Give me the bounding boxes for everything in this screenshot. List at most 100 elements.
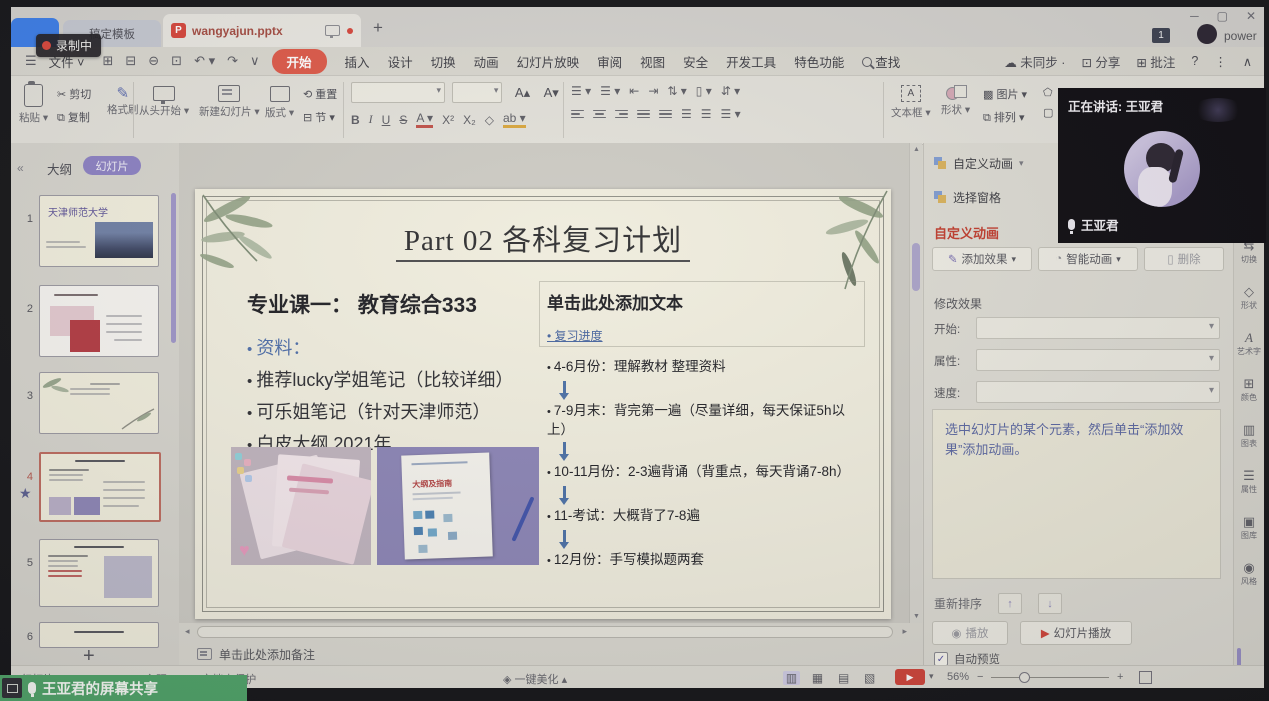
collapse-ribbon-icon[interactable]: ∧ xyxy=(1243,54,1252,69)
outline-book-photo[interactable]: 大纲及指南 xyxy=(377,447,539,565)
add-effect-button[interactable]: ✎ 添加效果▾ xyxy=(932,247,1032,271)
screen-share-bar[interactable]: 王亚君的屏幕共享 xyxy=(0,675,247,701)
outline-level-button[interactable]: ☰ xyxy=(701,107,712,121)
notification-badge[interactable]: 1 xyxy=(1152,28,1170,43)
increase-indent-button[interactable]: ⇥ xyxy=(648,84,658,98)
font-color-button[interactable]: A ▾ xyxy=(416,111,433,128)
reading-view-button[interactable]: ▤ xyxy=(835,671,852,685)
custom-animation-menu[interactable]: 自定义动画▾ xyxy=(934,155,1024,172)
play-button[interactable]: ◉ 播放 xyxy=(932,621,1008,645)
slideshow-play-button[interactable]: ▶ xyxy=(895,669,925,685)
increase-font-button[interactable]: A▴ xyxy=(515,85,530,101)
zoom-slider-knob[interactable] xyxy=(1019,672,1030,683)
property-select[interactable] xyxy=(976,349,1220,371)
ribbon-tab-design[interactable]: 设计 xyxy=(388,52,413,71)
sidebar-shapes[interactable]: ◇形状 xyxy=(1234,285,1264,311)
slide-thumbnail-3[interactable] xyxy=(39,372,159,434)
bold-button[interactable]: B xyxy=(351,113,360,127)
align-center-button[interactable] xyxy=(593,110,606,119)
line-spacing-button[interactable]: ⇅ ▾ xyxy=(667,84,686,98)
selection-pane-button[interactable]: 选择窗格 xyxy=(934,189,1001,206)
ribbon-tab-view[interactable]: 视图 xyxy=(640,52,665,71)
columns-button[interactable]: ▯ ▾ xyxy=(696,84,712,98)
sync-status[interactable]: ☁ 未同步 · xyxy=(1004,52,1065,71)
slide-right-textblock[interactable]: 单击此处添加文本 复习进度 4-6月份：理解教材 整理资料 7-9月末：背完第一… xyxy=(547,289,865,570)
ribbon-tab-transitions[interactable]: 切换 xyxy=(431,52,456,71)
slide-thumbnail-6[interactable] xyxy=(39,622,159,648)
slide-thumbnail-4-selected[interactable] xyxy=(39,452,161,522)
ribbon-tab-review[interactable]: 审阅 xyxy=(597,52,622,71)
normal-view-button[interactable]: ▥ xyxy=(783,671,800,685)
picture-button[interactable]: ▩ 图片 ▾ xyxy=(983,86,1027,102)
slide-editor[interactable]: Part 02 各科复习计划 专业课一： 教育综合333 资料： 推荐lucky… xyxy=(195,189,891,619)
hamburger-icon[interactable]: ☰ xyxy=(25,53,37,69)
horizontal-scrollbar-thumb[interactable] xyxy=(197,626,893,638)
scroll-down-icon[interactable]: ▼ xyxy=(910,613,923,620)
print-icon[interactable]: ⊟ xyxy=(125,53,136,69)
undo-icon[interactable]: ↶ ▾ xyxy=(194,53,215,69)
justify-button[interactable] xyxy=(637,110,650,119)
move-down-button[interactable]: ↓ xyxy=(1038,593,1062,614)
more-icon[interactable]: ∨ xyxy=(250,53,260,69)
highlighter-button[interactable]: ab ▾ xyxy=(503,111,526,128)
move-up-button[interactable]: ↑ xyxy=(998,593,1022,614)
ribbon-tab-animation[interactable]: 动画 xyxy=(474,52,499,71)
distribute-button[interactable] xyxy=(659,110,672,119)
presenter-mode-icon[interactable] xyxy=(325,25,340,36)
clear-format-button[interactable]: ◇ xyxy=(485,113,494,127)
ribbon-tab-devtools[interactable]: 开发工具 xyxy=(726,52,776,71)
fit-to-window-button[interactable] xyxy=(1139,671,1152,684)
paste-button[interactable]: 粘贴 ▾ xyxy=(19,82,48,125)
help-button[interactable]: ? xyxy=(1191,54,1198,68)
slide-thumbnail-2[interactable] xyxy=(39,285,159,357)
close-button[interactable]: ✕ xyxy=(1246,9,1256,23)
reset-button[interactable]: ⟲ 重置 xyxy=(303,86,337,102)
sidebar-styles[interactable]: ◉风格 xyxy=(1234,561,1264,587)
slide-thumbnail-1[interactable]: 天津师范大学 xyxy=(39,195,159,267)
horizontal-scrollbar[interactable]: ◂ ▸ xyxy=(183,624,909,639)
redo-icon[interactable]: ↷ xyxy=(227,53,238,69)
section-button[interactable]: ⊟ 节 ▾ xyxy=(303,109,335,125)
preview-icon[interactable]: ⊡ xyxy=(171,53,182,69)
new-tab-button[interactable]: + xyxy=(373,18,383,38)
subscript-button[interactable]: X₂ xyxy=(463,113,476,127)
ribbon-tab-features[interactable]: 特色功能 xyxy=(794,52,844,71)
minimize-button[interactable]: ─ xyxy=(1190,9,1199,23)
font-size-select[interactable] xyxy=(452,82,502,103)
save-icon[interactable]: ⊞ xyxy=(102,53,113,69)
more-menu-icon[interactable]: ⋮ xyxy=(1214,54,1227,69)
text-direction-button[interactable]: ⇵ ▾ xyxy=(721,84,740,98)
slide-title[interactable]: Part 02 各科复习计划 xyxy=(195,217,891,259)
underline-button[interactable]: U xyxy=(382,113,391,127)
smart-animation-button[interactable]: ◔ 智能动画▾ xyxy=(1038,247,1138,271)
maximize-button[interactable]: ▢ xyxy=(1217,9,1228,23)
ribbon-tab-slideshow[interactable]: 幻灯片放映 xyxy=(517,52,580,71)
layout-button[interactable]: 版式 ▾ xyxy=(265,82,294,120)
start-select[interactable] xyxy=(976,317,1220,339)
font-name-select[interactable] xyxy=(351,82,445,103)
notes-bar[interactable]: 单击此处添加备注 xyxy=(179,643,921,665)
sorter-view-button[interactable]: ▦ xyxy=(809,671,826,685)
cut-button[interactable]: ✂ 剪切 xyxy=(57,86,91,102)
user-avatar[interactable] xyxy=(1197,24,1217,44)
arrange-button[interactable]: ⧉ 排列 ▾ xyxy=(983,109,1025,125)
scroll-up-icon[interactable]: ▲ xyxy=(910,146,923,153)
slide-thumbnail-5[interactable] xyxy=(39,539,159,607)
shapes-button[interactable]: 形状 ▾ xyxy=(941,82,970,117)
tab-document[interactable]: P wangyajun.pptx xyxy=(163,14,361,47)
italic-button[interactable]: I xyxy=(369,112,373,127)
scroll-left-icon[interactable]: ◂ xyxy=(185,626,190,637)
sidebar-gallery[interactable]: ▣图库 xyxy=(1234,515,1264,541)
superscript-button[interactable]: X² xyxy=(442,113,454,127)
ribbon-tab-security[interactable]: 安全 xyxy=(683,52,708,71)
export-icon[interactable]: ⊖ xyxy=(148,53,159,69)
scroll-right-icon[interactable]: ▸ xyxy=(902,626,907,637)
ribbon-tab-insert[interactable]: 插入 xyxy=(345,52,370,71)
sidebar-properties[interactable]: ☰属性 xyxy=(1234,469,1264,495)
align-right-button[interactable] xyxy=(615,110,628,119)
speed-select[interactable] xyxy=(976,381,1220,403)
vertical-scrollbar-thumb[interactable] xyxy=(912,243,920,291)
tab-slides[interactable]: 幻灯片 xyxy=(83,156,141,175)
copy-button[interactable]: ⧉ 复制 xyxy=(57,109,90,125)
notes-view-button[interactable]: ▧ xyxy=(861,671,878,685)
